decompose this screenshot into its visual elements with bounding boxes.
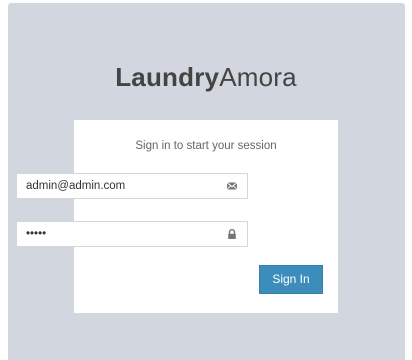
password-input[interactable] xyxy=(26,222,216,246)
sign-in-button[interactable]: Sign In xyxy=(259,265,323,294)
logo-light-text: Amora xyxy=(219,62,297,92)
login-box-message: Sign in to start your session xyxy=(135,140,277,152)
email-input[interactable] xyxy=(26,174,216,198)
email-field[interactable] xyxy=(16,173,248,199)
lock-icon xyxy=(228,229,236,239)
logo-bold-text: Laundry xyxy=(115,62,220,92)
envelope-icon xyxy=(226,182,238,190)
app-logo[interactable]: LaundryAmora xyxy=(0,62,412,93)
password-field[interactable] xyxy=(16,221,248,247)
